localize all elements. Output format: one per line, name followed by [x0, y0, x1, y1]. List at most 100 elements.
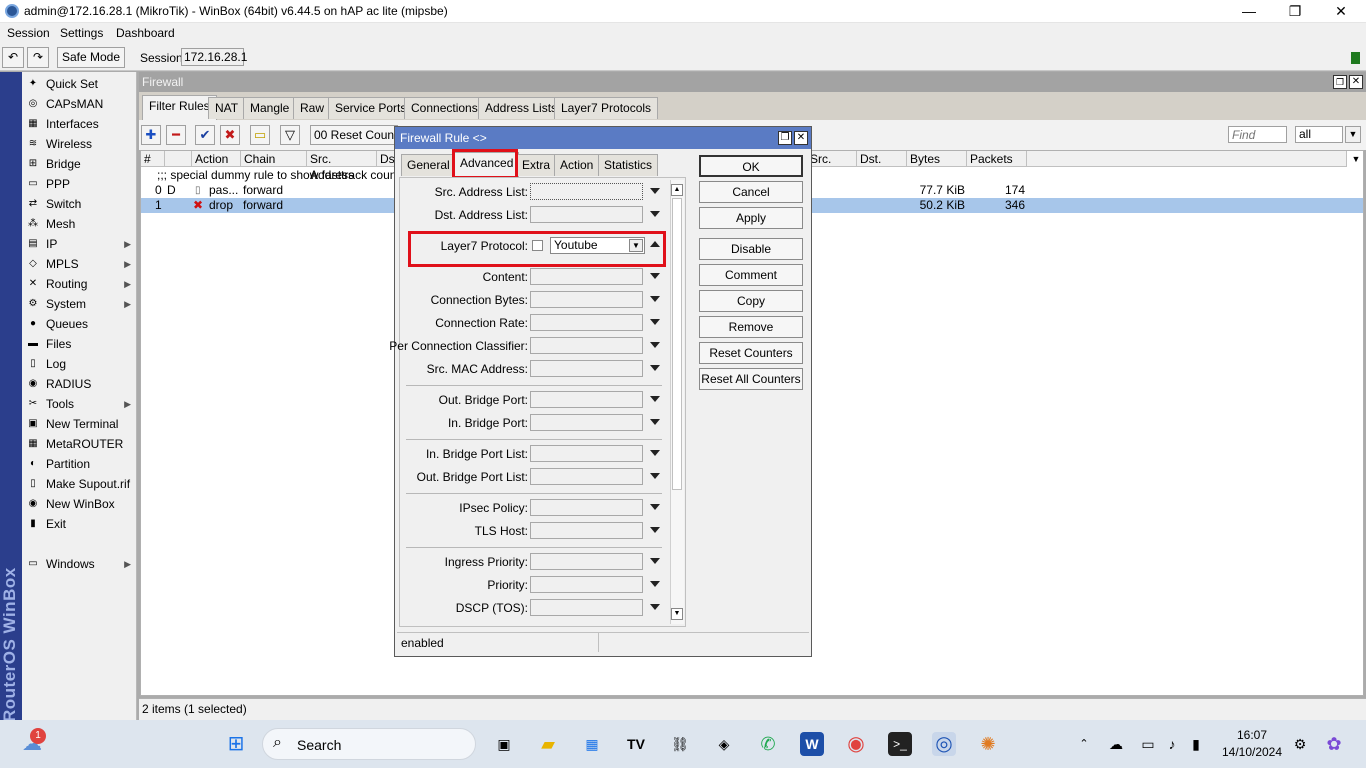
remove-button[interactable]: ━: [166, 125, 186, 145]
sidebar-item-system[interactable]: ⚙ System ▶: [24, 294, 135, 314]
comment-button[interactable]: ▭: [250, 125, 270, 145]
tab-action[interactable]: Action: [554, 154, 600, 176]
column-header[interactable]: Chain: [241, 151, 307, 167]
enable-button[interactable]: ✔: [195, 125, 215, 145]
tab-service-ports[interactable]: Service Ports: [328, 97, 414, 119]
disable-button[interactable]: Disable: [699, 238, 803, 260]
column-header[interactable]: [165, 151, 192, 167]
redo-button[interactable]: ↷: [27, 47, 49, 68]
sidebar-item-tools[interactable]: ✂ Tools ▶: [24, 394, 135, 414]
dropdown-arrow-icon[interactable]: [650, 504, 660, 510]
dropdown-arrow-icon[interactable]: [650, 604, 660, 610]
dropdown-arrow-icon[interactable]: [650, 396, 660, 402]
reset-all-counters-button[interactable]: Reset All Counters: [699, 368, 803, 390]
ingress-priority-input[interactable]: [530, 553, 643, 570]
word-icon[interactable]: W: [800, 732, 824, 756]
sidebar-item-make-supout[interactable]: ▯ Make Supout.rif: [24, 474, 135, 494]
comment-button[interactable]: Comment: [699, 264, 803, 286]
sidebar-item-wireless[interactable]: ≋ Wireless: [24, 134, 135, 154]
tab-connections[interactable]: Connections: [404, 97, 485, 119]
scroll-up-icon[interactable]: ▲: [671, 184, 683, 196]
find-input[interactable]: [1228, 126, 1287, 143]
clock-time[interactable]: 16:07: [1222, 728, 1282, 742]
sidebar-item-new-terminal[interactable]: ▣ New Terminal: [24, 414, 135, 434]
sidebar-item-capsman[interactable]: ◎ CAPsMAN: [24, 94, 135, 114]
sidebar-item-bridge[interactable]: ⊞ Bridge: [24, 154, 135, 174]
tray-chevron-icon[interactable]: ⌃: [1072, 732, 1096, 756]
sidebar-item-log[interactable]: ▯ Log: [24, 354, 135, 374]
network-tool-icon[interactable]: ⛓: [668, 732, 692, 756]
column-header[interactable]: #: [141, 151, 165, 167]
dropdown-arrow-icon[interactable]: [650, 450, 660, 456]
sidebar-item-new-winbox[interactable]: ◉ New WinBox: [24, 494, 135, 514]
priority-input[interactable]: [530, 576, 643, 593]
connection-rate-input[interactable]: [530, 314, 643, 331]
columns-menu-icon[interactable]: ▼: [1349, 152, 1363, 166]
gear-icon[interactable]: ⚙: [1288, 732, 1312, 756]
tab-nat[interactable]: NAT: [208, 97, 246, 119]
chevron-down-icon[interactable]: ▼: [1345, 126, 1361, 143]
control-panel-icon[interactable]: ▦: [580, 732, 604, 756]
minimize-button[interactable]: —: [1226, 2, 1272, 22]
menu-settings[interactable]: Settings: [60, 26, 103, 40]
remove-button[interactable]: Remove: [699, 316, 803, 338]
dropdown-arrow-icon[interactable]: [650, 581, 660, 587]
src-mac-address-input[interactable]: [530, 360, 643, 377]
sidebar-item-ppp[interactable]: ▭ PPP: [24, 174, 135, 194]
app-icon[interactable]: ✺: [976, 732, 1000, 756]
dropdown-arrow-icon[interactable]: [650, 319, 660, 325]
per-connection-classifier-input[interactable]: [530, 337, 643, 354]
tradingview-icon[interactable]: TV: [624, 732, 648, 756]
windows-start-icon[interactable]: ⊞: [224, 732, 248, 756]
tab-filter-rules[interactable]: Filter Rules: [142, 95, 217, 120]
ipsec-policy-input[interactable]: [530, 499, 643, 516]
task-view-icon[interactable]: ▣: [492, 732, 516, 756]
dropdown-arrow-icon[interactable]: [650, 527, 660, 533]
sidebar-item-radius[interactable]: ◉ RADIUS: [24, 374, 135, 394]
dialog-scrollbar[interactable]: ▲ ▼: [670, 180, 684, 624]
3d-box-icon[interactable]: ◈: [712, 732, 736, 756]
sidebar-item-metarouter[interactable]: ▦ MetaROUTER: [24, 434, 135, 454]
reset-counters-button[interactable]: 00 Reset Counters: [310, 125, 398, 145]
winbox-taskbar-icon[interactable]: ◎: [932, 732, 956, 756]
connection-bytes-input[interactable]: [530, 291, 643, 308]
close-button[interactable]: ✕: [1318, 2, 1364, 22]
ok-button[interactable]: OK: [699, 155, 803, 177]
sidebar-item-exit[interactable]: ▮ Exit: [24, 514, 135, 534]
volume-icon[interactable]: ♪: [1160, 732, 1184, 756]
apply-button[interactable]: Apply: [699, 207, 803, 229]
column-header[interactable]: Dst. Ad...: [857, 151, 907, 167]
sidebar-item-mesh[interactable]: ⁂ Mesh: [24, 214, 135, 234]
column-header[interactable]: Bytes: [907, 151, 967, 167]
maximize-icon[interactable]: ❐: [778, 131, 792, 145]
sidebar-item-interfaces[interactable]: ▦ Interfaces: [24, 114, 135, 134]
terminal-icon[interactable]: >_: [888, 732, 912, 756]
dropdown-arrow-icon[interactable]: [650, 342, 660, 348]
scope-select[interactable]: all: [1295, 126, 1343, 143]
dropdown-arrow-icon[interactable]: [650, 419, 660, 425]
column-header[interactable]: Packets: [967, 151, 1027, 167]
tab-raw[interactable]: Raw: [293, 97, 332, 119]
menu-dashboard[interactable]: Dashboard: [116, 26, 175, 40]
maximize-icon[interactable]: ❐: [1333, 75, 1347, 89]
tab-mangle[interactable]: Mangle: [243, 97, 297, 119]
maximize-button[interactable]: ❐: [1272, 2, 1318, 22]
dropdown-arrow-icon[interactable]: [650, 211, 660, 217]
tray-app-icon[interactable]: ☁: [1104, 732, 1128, 756]
column-header[interactable]: Src. Address: [307, 151, 377, 182]
dropdown-arrow-icon[interactable]: [650, 188, 660, 194]
sidebar-item-windows[interactable]: ▭ Windows ▶: [24, 554, 135, 574]
sidebar-item-queues[interactable]: ● Queues: [24, 314, 135, 334]
tab-statistics[interactable]: Statistics: [598, 154, 659, 176]
content-input[interactable]: [530, 268, 643, 285]
display-icon[interactable]: ▭: [1136, 732, 1160, 756]
dropdown-arrow-icon[interactable]: [650, 296, 660, 302]
tab-layer7-protocols[interactable]: Layer7 Protocols: [554, 97, 659, 119]
dropdown-arrow-icon[interactable]: [650, 273, 660, 279]
dst-address-list-input[interactable]: [530, 206, 643, 223]
close-icon[interactable]: ✕: [1349, 75, 1363, 89]
dropdown-arrow-icon[interactable]: [650, 365, 660, 371]
sidebar-item-ip[interactable]: ▤ IP ▶: [24, 234, 135, 254]
sidebar-item-routing[interactable]: ✕ Routing ▶: [24, 274, 135, 294]
file-explorer-icon[interactable]: ▰: [536, 732, 560, 756]
